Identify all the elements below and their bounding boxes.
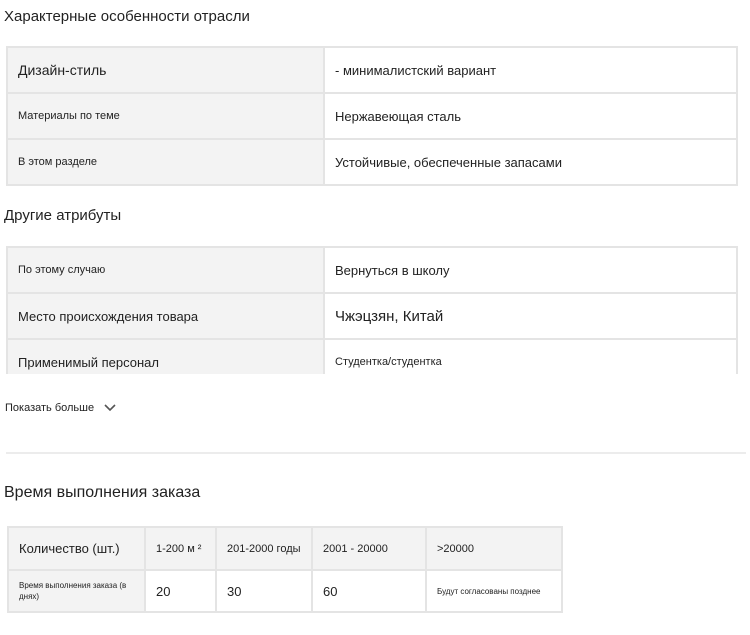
attribute-value: Устойчивые, обеспеченные запасами <box>323 138 738 186</box>
lead-time-row-label: Время выполнения заказа (в днях) <box>7 569 146 613</box>
attribute-value: Студентка/студентка <box>323 338 738 374</box>
table-row: Время выполнения заказа (в днях) 20 30 6… <box>7 569 563 613</box>
quantity-range: >20000 <box>425 526 563 571</box>
attribute-value: Нержавеющая сталь <box>323 92 738 140</box>
lead-time-value: 30 <box>215 569 313 613</box>
lead-time-value: Будут согласованы позднее <box>425 569 563 613</box>
table-row: По этому случаю Вернуться в школу <box>6 246 738 294</box>
table-row: Дизайн-стиль - минималистский вариант <box>6 46 738 94</box>
attribute-key: В этом разделе <box>6 138 325 186</box>
lead-time-title: Время выполнения заказа <box>4 484 201 501</box>
table-row: Применимый персонал Студентка/студентка <box>6 338 738 374</box>
other-attributes-collapsed-area: По этому случаю Вернуться в школу Место … <box>0 246 750 374</box>
table-row: В этом разделе Устойчивые, обеспеченные … <box>6 138 738 186</box>
quantity-header: Количество (шт.) <box>7 526 146 571</box>
lead-time-table: Количество (шт.) 1-200 м ² 201-2000 годы… <box>7 526 563 613</box>
attribute-key: По этому случаю <box>6 246 325 294</box>
quantity-range: 201-2000 годы <box>215 526 313 571</box>
attribute-key: Место происхождения товара <box>6 292 325 340</box>
table-header-row: Количество (шт.) 1-200 м ² 201-2000 годы… <box>7 526 563 571</box>
show-more-button[interactable]: Показать больше <box>5 402 116 414</box>
industry-section-title: Характерные особенности отрасли <box>4 8 250 25</box>
section-divider <box>6 452 746 454</box>
show-more-label: Показать больше <box>5 402 95 414</box>
chevron-down-icon <box>104 403 116 413</box>
table-row: Материалы по теме Нержавеющая сталь <box>6 92 738 140</box>
attribute-value: - минималистский вариант <box>323 46 738 94</box>
table-row: Место происхождения товара Чжэцзян, Кита… <box>6 292 738 340</box>
quantity-range: 1-200 м ² <box>144 526 217 571</box>
attribute-value: Вернуться в школу <box>323 246 738 294</box>
other-attributes-table: По этому случаю Вернуться в школу Место … <box>6 246 738 374</box>
attribute-key: Дизайн-стиль <box>6 46 325 94</box>
attribute-value: Чжэцзян, Китай <box>323 292 738 340</box>
attribute-key: Применимый персонал <box>6 338 325 374</box>
other-attributes-title: Другие атрибуты <box>4 207 122 224</box>
quantity-range: 2001 - 20000 <box>311 526 427 571</box>
attribute-key: Материалы по теме <box>6 92 325 140</box>
lead-time-value: 20 <box>144 569 217 613</box>
industry-attributes-table: Дизайн-стиль - минималистский вариант Ма… <box>6 46 738 186</box>
lead-time-value: 60 <box>311 569 427 613</box>
